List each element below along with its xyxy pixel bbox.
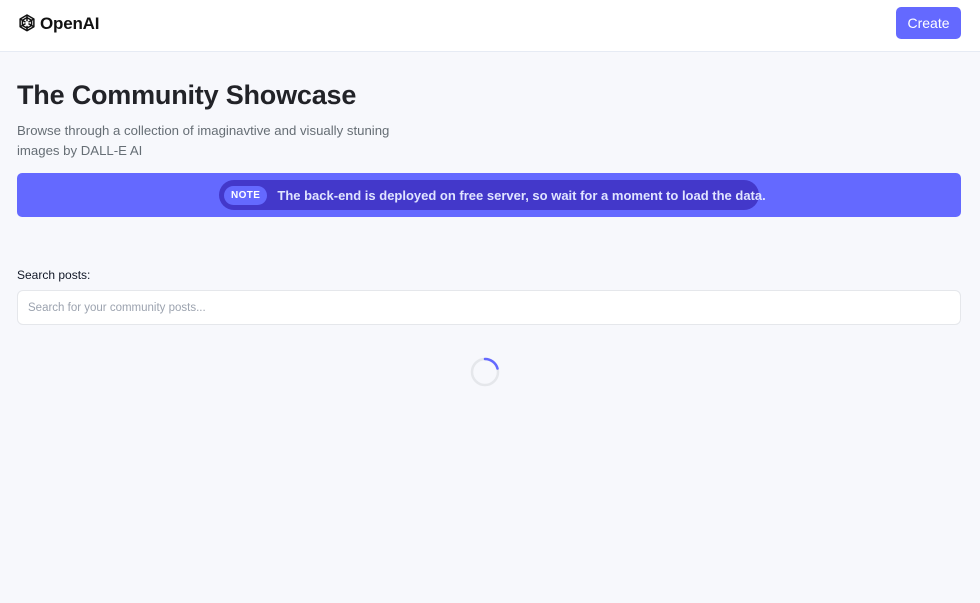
note-text: The back-end is deployed on free server,… — [277, 187, 766, 203]
top-navbar: OpenAI Create — [0, 0, 980, 52]
create-button[interactable]: Create — [896, 7, 961, 39]
page-title: The Community Showcase — [17, 80, 357, 110]
note-tag: NOTE — [224, 185, 268, 205]
note-banner: NOTE The back-end is deployed on free se… — [17, 173, 961, 217]
page-subtitle: Browse through a collection of imaginavt… — [17, 123, 390, 158]
logo-text: OpenAI — [40, 14, 100, 33]
openai-logo-icon — [19, 14, 35, 32]
loading-spinner-icon — [470, 357, 500, 387]
search-input[interactable] — [17, 290, 961, 325]
note-pill: NOTE The back-end is deployed on free se… — [219, 180, 766, 210]
openai-logo[interactable]: OpenAI — [16, 12, 99, 36]
search-label: Search posts: — [17, 268, 91, 282]
